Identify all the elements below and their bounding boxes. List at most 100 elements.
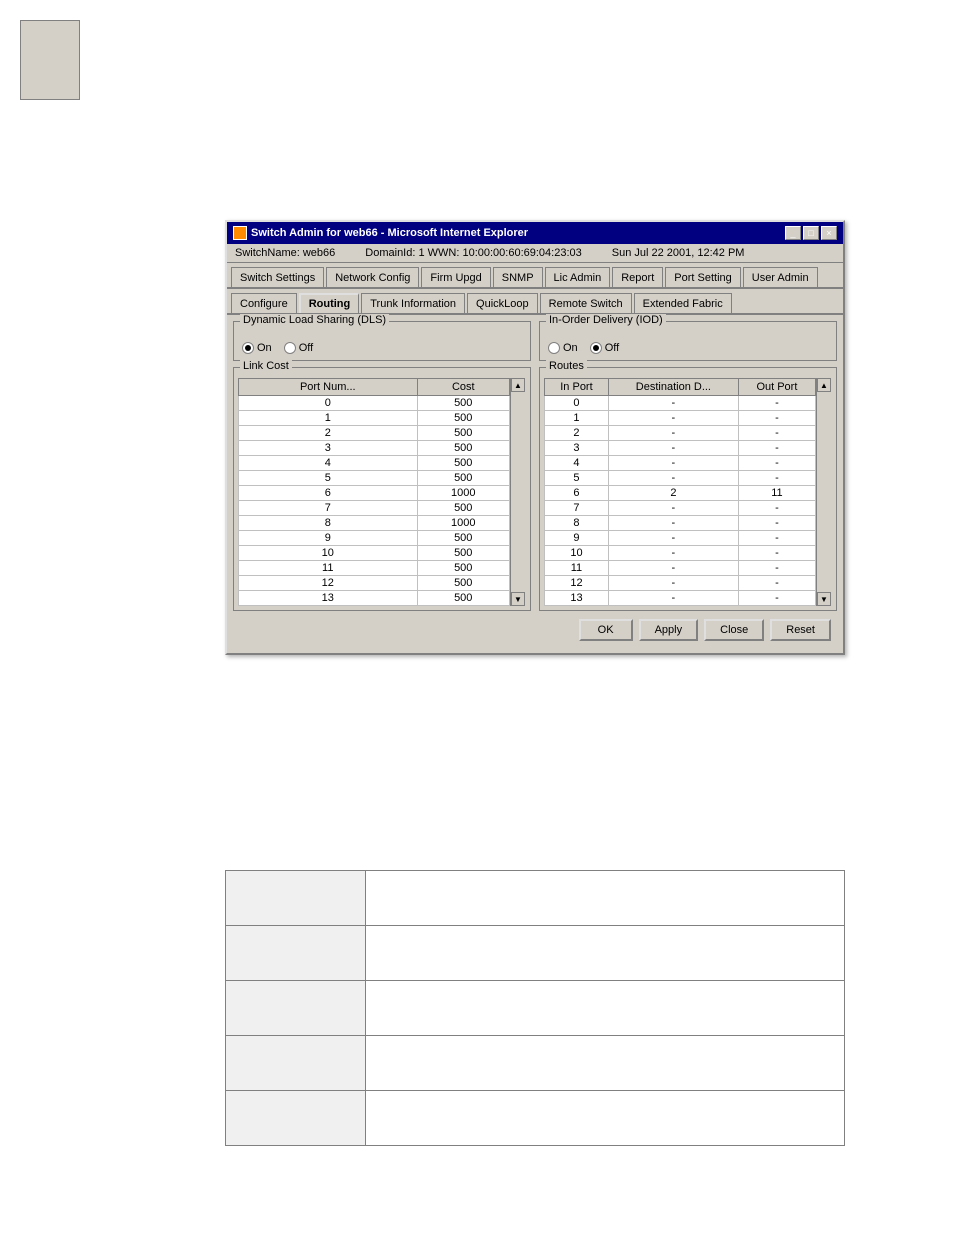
top-left-decoration xyxy=(20,20,80,100)
routes-inport-cell: 0 xyxy=(545,396,609,411)
routes-dest-cell: - xyxy=(608,411,738,426)
dls-group: Dynamic Load Sharing (DLS) On Off xyxy=(233,321,531,361)
link-cost-port-cell: 9 xyxy=(239,531,418,546)
tab-remote-switch[interactable]: Remote Switch xyxy=(540,293,632,313)
minimize-button[interactable]: _ xyxy=(785,226,801,240)
link-cost-row[interactable]: 3500 xyxy=(239,441,510,456)
dls-on-radio[interactable]: On xyxy=(242,342,272,354)
title-bar-text: Switch Admin for web66 - Microsoft Inter… xyxy=(233,226,528,240)
routes-inport-cell: 10 xyxy=(545,546,609,561)
routes-row[interactable]: 8-- xyxy=(545,516,816,531)
tab-user-admin[interactable]: User Admin xyxy=(743,267,818,287)
bottom-col1-cell xyxy=(226,926,366,981)
close-button[interactable]: × xyxy=(821,226,837,240)
routes-row[interactable]: 3-- xyxy=(545,441,816,456)
routes-outport-cell: - xyxy=(738,561,815,576)
tab-extended-fabric[interactable]: Extended Fabric xyxy=(634,293,732,313)
dls-on-circle xyxy=(242,342,254,354)
routes-row[interactable]: 2-- xyxy=(545,426,816,441)
link-cost-row[interactable]: 12500 xyxy=(239,576,510,591)
link-cost-row[interactable]: 81000 xyxy=(239,516,510,531)
routes-title: Routes xyxy=(546,360,587,372)
bottom-col1-cell xyxy=(226,1091,366,1146)
routes-scrollbar[interactable]: ▲ ▼ xyxy=(816,378,832,606)
routes-row[interactable]: 0-- xyxy=(545,396,816,411)
link-cost-scroll-area[interactable]: Port Num... Cost 05001500250035004500550… xyxy=(238,378,510,606)
link-cost-row[interactable]: 5500 xyxy=(239,471,510,486)
routes-row[interactable]: 13-- xyxy=(545,591,816,606)
link-cost-port-cell: 13 xyxy=(239,591,418,606)
routes-row[interactable]: 10-- xyxy=(545,546,816,561)
link-cost-row[interactable]: 9500 xyxy=(239,531,510,546)
tab-lic-admin[interactable]: Lic Admin xyxy=(545,267,611,287)
link-cost-scrollbar[interactable]: ▲ ▼ xyxy=(510,378,526,606)
routes-row[interactable]: 12-- xyxy=(545,576,816,591)
tab-port-setting[interactable]: Port Setting xyxy=(665,267,740,287)
link-cost-cost-cell: 500 xyxy=(417,396,510,411)
routes-outport-cell: - xyxy=(738,531,815,546)
link-cost-col-cost: Cost xyxy=(417,379,510,396)
link-cost-scroll-up[interactable]: ▲ xyxy=(511,378,525,392)
routes-row[interactable]: 1-- xyxy=(545,411,816,426)
tab-report[interactable]: Report xyxy=(612,267,663,287)
apply-button[interactable]: Apply xyxy=(639,619,699,641)
tab-snmp[interactable]: SNMP xyxy=(493,267,543,287)
bottom-table-row xyxy=(226,926,845,981)
routes-scroll-area[interactable]: In Port Destination D... Out Port 0--1--… xyxy=(544,378,816,606)
routes-dest-cell: - xyxy=(608,516,738,531)
link-cost-row[interactable]: 13500 xyxy=(239,591,510,606)
link-cost-port-cell: 10 xyxy=(239,546,418,561)
close-button-main[interactable]: Close xyxy=(704,619,764,641)
link-cost-row[interactable]: 7500 xyxy=(239,501,510,516)
tab-trunk-information[interactable]: Trunk Information xyxy=(361,293,465,313)
maximize-button[interactable]: □ xyxy=(803,226,819,240)
routes-dest-cell: - xyxy=(608,591,738,606)
link-cost-row[interactable]: 61000 xyxy=(239,486,510,501)
routes-row[interactable]: 6211 xyxy=(545,486,816,501)
link-cost-scroll-down[interactable]: ▼ xyxy=(511,592,525,606)
link-cost-row[interactable]: 4500 xyxy=(239,456,510,471)
iod-off-radio[interactable]: Off xyxy=(590,342,619,354)
routes-scroll-down[interactable]: ▼ xyxy=(817,592,831,606)
routes-row[interactable]: 7-- xyxy=(545,501,816,516)
routes-outport-cell: 11 xyxy=(738,486,815,501)
tab-routing[interactable]: Routing xyxy=(299,293,360,313)
routes-inport-cell: 4 xyxy=(545,456,609,471)
routes-row[interactable]: 4-- xyxy=(545,456,816,471)
dls-off-circle xyxy=(284,342,296,354)
link-cost-cost-cell: 1000 xyxy=(417,486,510,501)
routes-col-inport: In Port xyxy=(545,379,609,396)
routes-row[interactable]: 9-- xyxy=(545,531,816,546)
link-cost-row[interactable]: 11500 xyxy=(239,561,510,576)
link-cost-row[interactable]: 2500 xyxy=(239,426,510,441)
link-cost-port-cell: 0 xyxy=(239,396,418,411)
routes-outport-cell: - xyxy=(738,411,815,426)
link-cost-cost-cell: 500 xyxy=(417,546,510,561)
tab-firm-upgd[interactable]: Firm Upgd xyxy=(421,267,490,287)
routes-dest-cell: - xyxy=(608,546,738,561)
ok-button[interactable]: OK xyxy=(579,619,633,641)
link-cost-row[interactable]: 1500 xyxy=(239,411,510,426)
page-background: Switch Admin for web66 - Microsoft Inter… xyxy=(0,0,954,1235)
tab-switch-settings[interactable]: Switch Settings xyxy=(231,267,324,287)
routes-row[interactable]: 5-- xyxy=(545,471,816,486)
tab-quickloop[interactable]: QuickLoop xyxy=(467,293,538,313)
link-cost-cost-cell: 500 xyxy=(417,426,510,441)
dls-off-radio[interactable]: Off xyxy=(284,342,313,354)
reset-button[interactable]: Reset xyxy=(770,619,831,641)
routes-outport-cell: - xyxy=(738,426,815,441)
link-cost-port-cell: 8 xyxy=(239,516,418,531)
routes-inport-cell: 11 xyxy=(545,561,609,576)
routes-scroll-up[interactable]: ▲ xyxy=(817,378,831,392)
routes-row[interactable]: 11-- xyxy=(545,561,816,576)
bottom-col2-cell xyxy=(366,1036,845,1091)
link-cost-port-cell: 7 xyxy=(239,501,418,516)
link-cost-port-cell: 11 xyxy=(239,561,418,576)
link-cost-row[interactable]: 10500 xyxy=(239,546,510,561)
tab-network-config[interactable]: Network Config xyxy=(326,267,419,287)
link-cost-cost-cell: 500 xyxy=(417,501,510,516)
link-cost-row[interactable]: 0500 xyxy=(239,396,510,411)
link-cost-port-cell: 4 xyxy=(239,456,418,471)
iod-on-radio[interactable]: On xyxy=(548,342,578,354)
tab-configure[interactable]: Configure xyxy=(231,293,297,313)
